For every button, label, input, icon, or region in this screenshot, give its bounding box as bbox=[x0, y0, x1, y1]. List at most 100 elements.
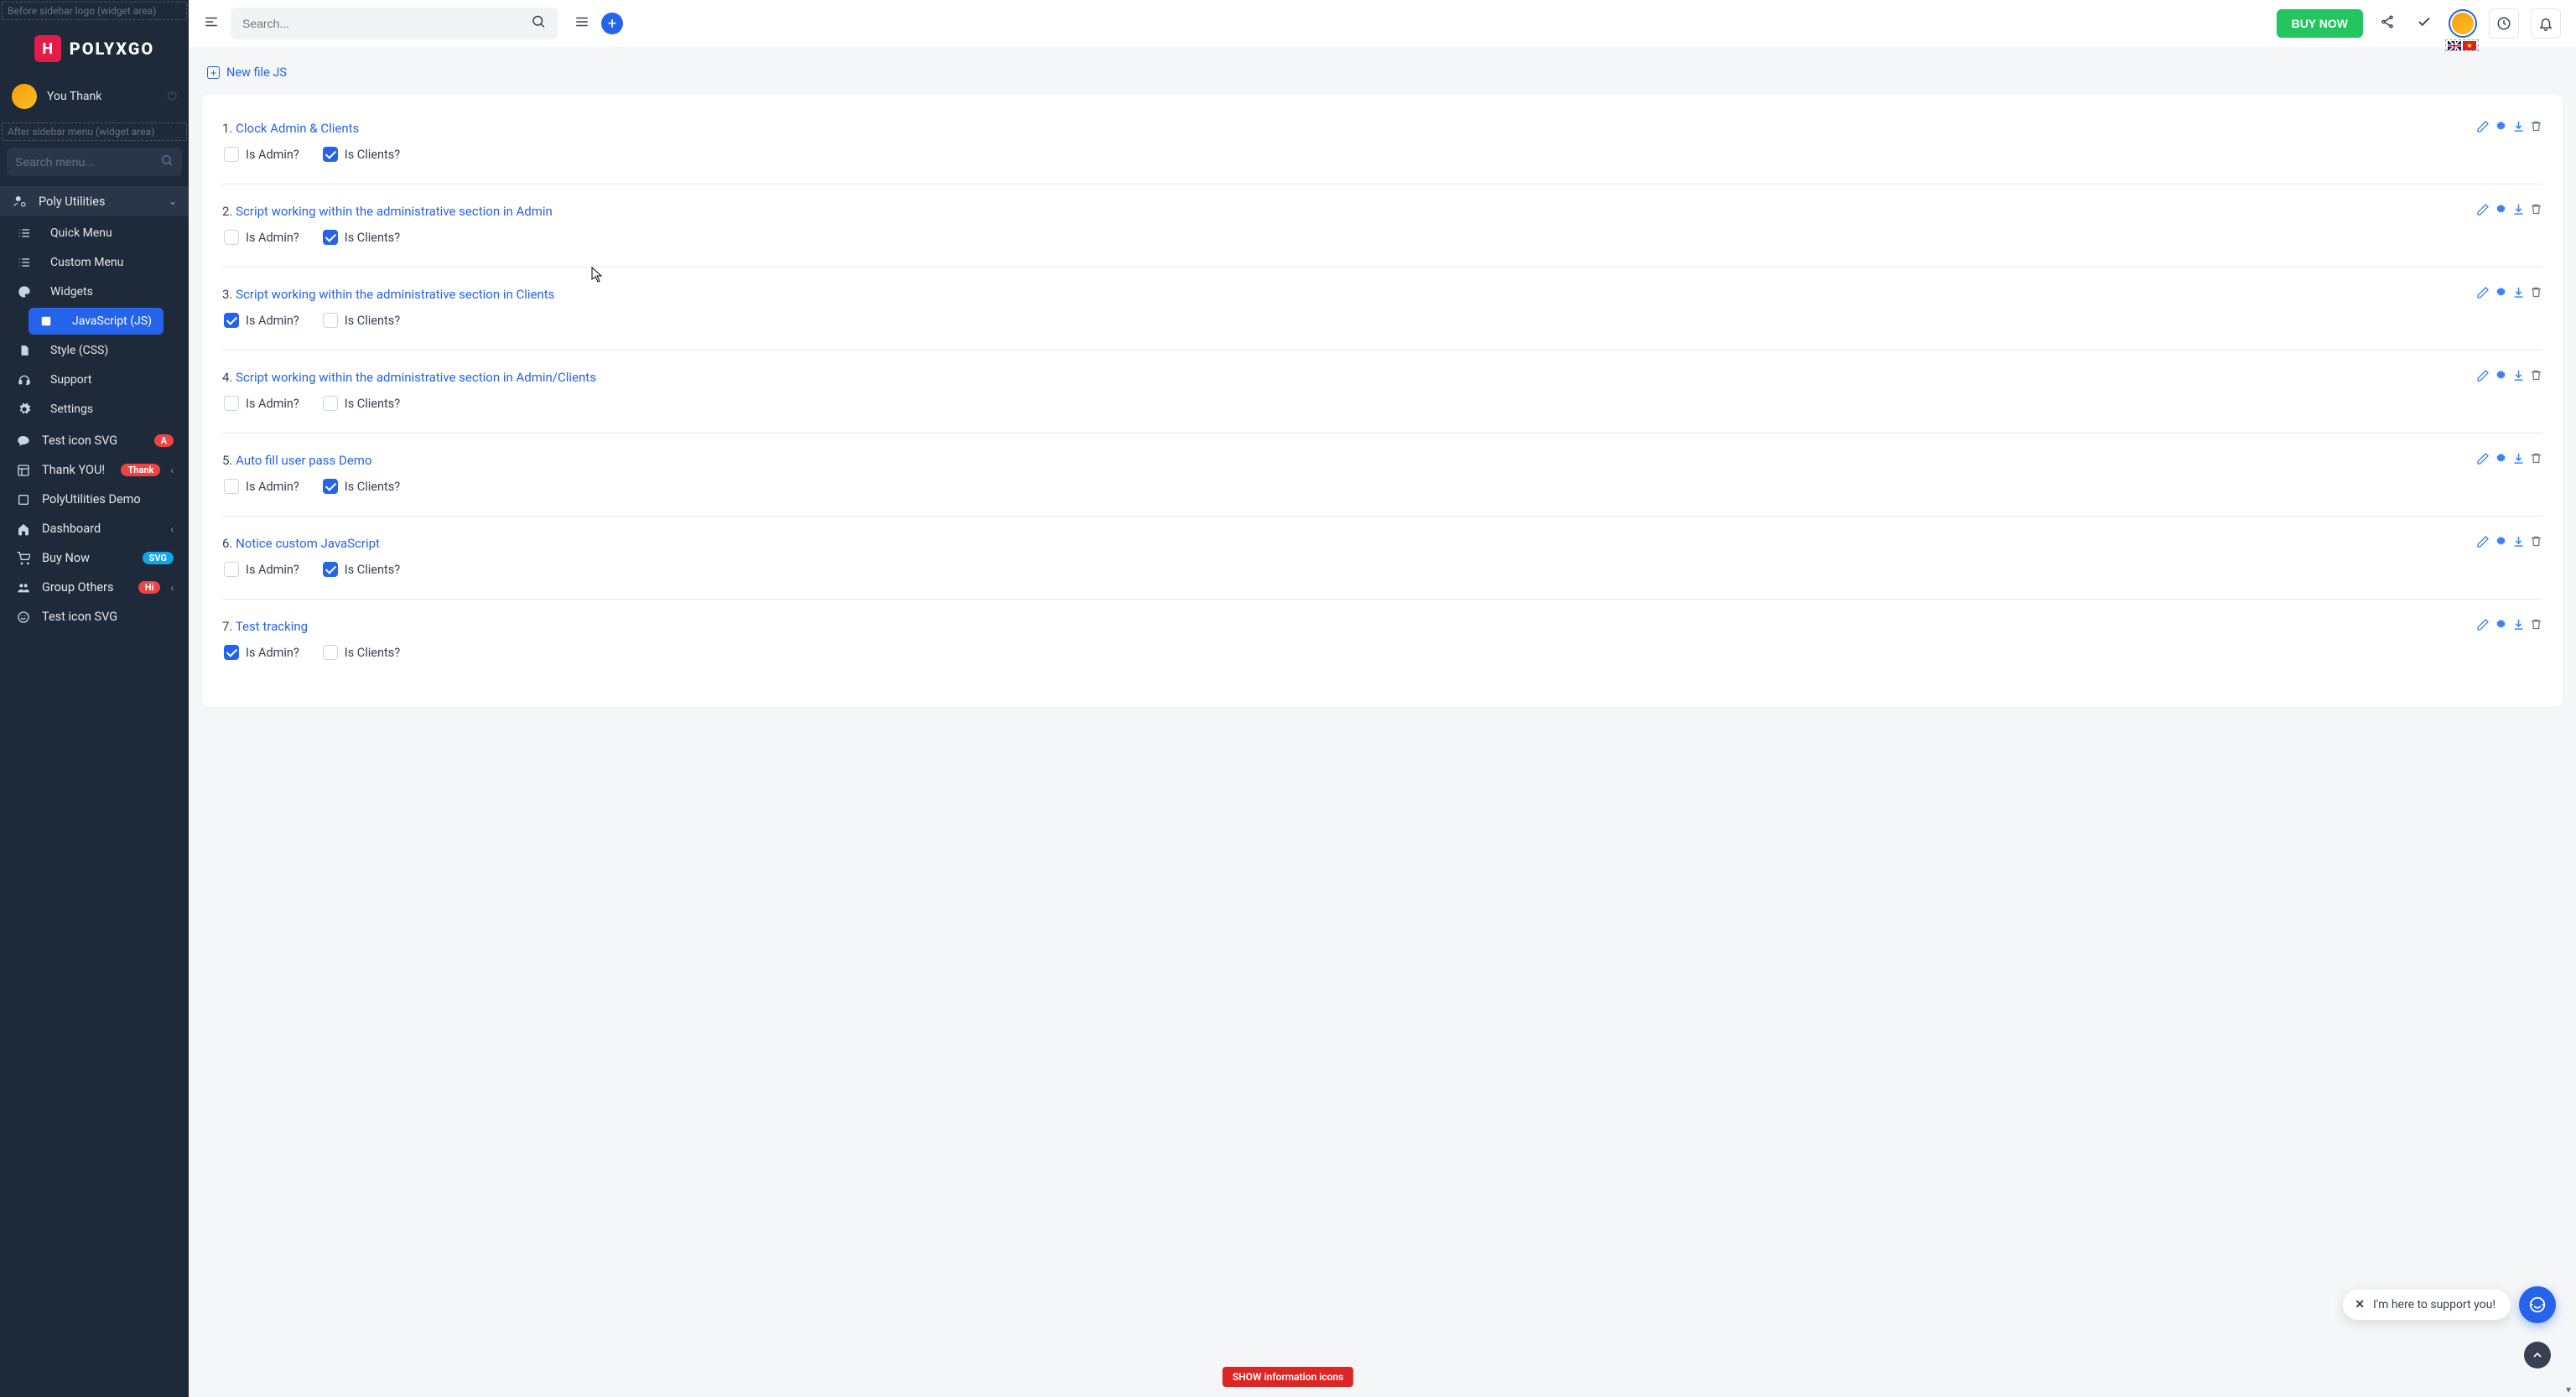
download-icon[interactable] bbox=[2512, 369, 2525, 386]
power-icon[interactable]: ⏻ bbox=[168, 90, 177, 103]
edit-icon[interactable] bbox=[2476, 535, 2490, 552]
checkbox-input[interactable] bbox=[224, 147, 239, 162]
is-clients-checkbox[interactable]: Is Clients? bbox=[323, 562, 400, 577]
is-admin-checkbox[interactable]: Is Admin? bbox=[224, 230, 299, 245]
sidebar-sub-style-css-[interactable]: Style (CSS) bbox=[3, 336, 185, 365]
sidebar-item-dashboard[interactable]: Dashboard‹ bbox=[3, 514, 185, 543]
is-admin-checkbox[interactable]: Is Admin? bbox=[224, 479, 299, 494]
script-link[interactable]: Script working within the administrative… bbox=[236, 204, 553, 219]
download-icon[interactable] bbox=[2512, 120, 2525, 137]
topbar-search-input[interactable] bbox=[231, 8, 558, 39]
script-link[interactable]: Clock Admin & Clients bbox=[236, 121, 359, 136]
trash-icon[interactable] bbox=[2530, 286, 2542, 303]
script-link[interactable]: Script working within the administrative… bbox=[236, 370, 596, 385]
bell-icon[interactable] bbox=[2531, 8, 2561, 39]
sidebar-sub-support[interactable]: Support bbox=[3, 366, 185, 394]
gear-icon[interactable] bbox=[2495, 286, 2507, 303]
topbar-avatar[interactable] bbox=[2449, 9, 2477, 38]
check-icon[interactable] bbox=[2412, 9, 2437, 39]
edit-icon[interactable] bbox=[2476, 452, 2490, 469]
edit-icon[interactable] bbox=[2476, 369, 2490, 386]
is-admin-checkbox[interactable]: Is Admin? bbox=[224, 562, 299, 577]
checkbox-input[interactable] bbox=[224, 645, 239, 660]
is-clients-checkbox[interactable]: Is Clients? bbox=[323, 230, 400, 245]
trash-icon[interactable] bbox=[2530, 203, 2542, 220]
gear-icon[interactable] bbox=[2495, 120, 2507, 137]
trash-icon[interactable] bbox=[2530, 452, 2542, 469]
gear-icon[interactable] bbox=[2495, 618, 2507, 635]
is-clients-checkbox[interactable]: Is Clients? bbox=[323, 645, 400, 660]
sidebar-item-test-icon-svg[interactable]: Test icon SVGA bbox=[3, 426, 185, 455]
gear-icon[interactable] bbox=[2495, 203, 2507, 220]
sidebar-sub-widgets[interactable]: Widgets bbox=[3, 278, 185, 306]
script-link[interactable]: Test tracking bbox=[236, 619, 308, 634]
sidebar-item-polyutilities-demo[interactable]: PolyUtilities Demo bbox=[3, 485, 185, 514]
edit-icon[interactable] bbox=[2476, 286, 2490, 303]
download-icon[interactable] bbox=[2512, 286, 2525, 303]
sidebar-group-poly-utilities[interactable]: Poly Utilities ⌄ bbox=[0, 186, 189, 216]
widget-slot-after-menu[interactable]: After sidebar menu (widget area) bbox=[2, 122, 187, 141]
support-chat-fab[interactable] bbox=[2519, 1286, 2556, 1323]
trash-icon[interactable] bbox=[2530, 369, 2542, 386]
sidebar-item-buy-now[interactable]: Buy NowSVG bbox=[3, 543, 185, 573]
gear-icon[interactable] bbox=[2495, 369, 2507, 386]
sidebar-toggle-icon[interactable] bbox=[204, 14, 219, 34]
sidebar-user[interactable]: You Thank ⏻ bbox=[0, 77, 189, 121]
gear-icon[interactable] bbox=[2495, 452, 2507, 469]
show-info-button[interactable]: SHOW information icons bbox=[1223, 1367, 1353, 1387]
checkbox-input[interactable] bbox=[224, 396, 239, 411]
sidebar-sub-javascript-js-[interactable]: JavaScript (JS) bbox=[29, 308, 164, 335]
edit-icon[interactable] bbox=[2476, 618, 2490, 635]
checkbox-input[interactable] bbox=[224, 230, 239, 245]
flag-en-icon[interactable] bbox=[2448, 41, 2461, 50]
sidebar-sub-settings[interactable]: Settings bbox=[3, 395, 185, 423]
script-link[interactable]: Notice custom JavaScript bbox=[236, 536, 380, 551]
checkbox-input[interactable] bbox=[224, 479, 239, 494]
download-icon[interactable] bbox=[2512, 452, 2525, 469]
scroll-to-top-button[interactable] bbox=[2524, 1342, 2551, 1368]
sidebar-item-test-icon-svg[interactable]: Test icon SVG bbox=[3, 602, 185, 631]
is-clients-checkbox[interactable]: Is Clients? bbox=[323, 313, 400, 328]
sidebar-item-thank-you-[interactable]: Thank YOU!Thank‹ bbox=[3, 455, 185, 485]
checkbox-input[interactable] bbox=[323, 230, 338, 245]
trash-icon[interactable] bbox=[2530, 120, 2542, 137]
buy-now-button[interactable]: BUY NOW bbox=[2277, 9, 2363, 38]
sidebar-sub-custom-menu[interactable]: Custom Menu bbox=[3, 248, 185, 277]
language-switcher[interactable] bbox=[2445, 39, 2479, 51]
is-admin-checkbox[interactable]: Is Admin? bbox=[224, 147, 299, 162]
search-icon[interactable] bbox=[160, 153, 174, 170]
menu-icon[interactable] bbox=[574, 14, 589, 34]
checkbox-input[interactable] bbox=[224, 313, 239, 328]
is-admin-checkbox[interactable]: Is Admin? bbox=[224, 396, 299, 411]
sidebar-search-input[interactable] bbox=[7, 148, 182, 176]
widget-slot-before-logo[interactable]: Before sidebar logo (widget area) bbox=[2, 2, 187, 20]
history-icon[interactable] bbox=[2489, 8, 2519, 39]
edit-icon[interactable] bbox=[2476, 120, 2490, 137]
checkbox-input[interactable] bbox=[323, 396, 338, 411]
checkbox-input[interactable] bbox=[323, 313, 338, 328]
trash-icon[interactable] bbox=[2530, 618, 2542, 635]
download-icon[interactable] bbox=[2512, 618, 2525, 635]
is-admin-checkbox[interactable]: Is Admin? bbox=[224, 645, 299, 660]
support-chat-pill[interactable]: ✕ I'm here to support you! bbox=[2343, 1290, 2511, 1320]
checkbox-input[interactable] bbox=[323, 147, 338, 162]
close-icon[interactable]: ✕ bbox=[2355, 1298, 2365, 1311]
download-icon[interactable] bbox=[2512, 535, 2525, 552]
checkbox-input[interactable] bbox=[323, 645, 338, 660]
script-link[interactable]: Script working within the administrative… bbox=[236, 287, 554, 302]
checkbox-input[interactable] bbox=[323, 562, 338, 577]
is-clients-checkbox[interactable]: Is Clients? bbox=[323, 147, 400, 162]
is-clients-checkbox[interactable]: Is Clients? bbox=[323, 479, 400, 494]
resize-handle-icon[interactable]: ▾ bbox=[2566, 1384, 2571, 1395]
is-admin-checkbox[interactable]: Is Admin? bbox=[224, 313, 299, 328]
add-button[interactable]: + bbox=[601, 13, 623, 34]
sidebar-sub-quick-menu[interactable]: Quick Menu bbox=[3, 219, 185, 247]
brand-logo[interactable]: H POLYXGO bbox=[0, 22, 189, 77]
trash-icon[interactable] bbox=[2530, 535, 2542, 552]
gear-icon[interactable] bbox=[2495, 535, 2507, 552]
checkbox-input[interactable] bbox=[224, 562, 239, 577]
share-icon[interactable] bbox=[2375, 9, 2400, 39]
new-file-button[interactable]: + New file JS bbox=[202, 47, 2563, 95]
checkbox-input[interactable] bbox=[323, 479, 338, 494]
edit-icon[interactable] bbox=[2476, 203, 2490, 220]
